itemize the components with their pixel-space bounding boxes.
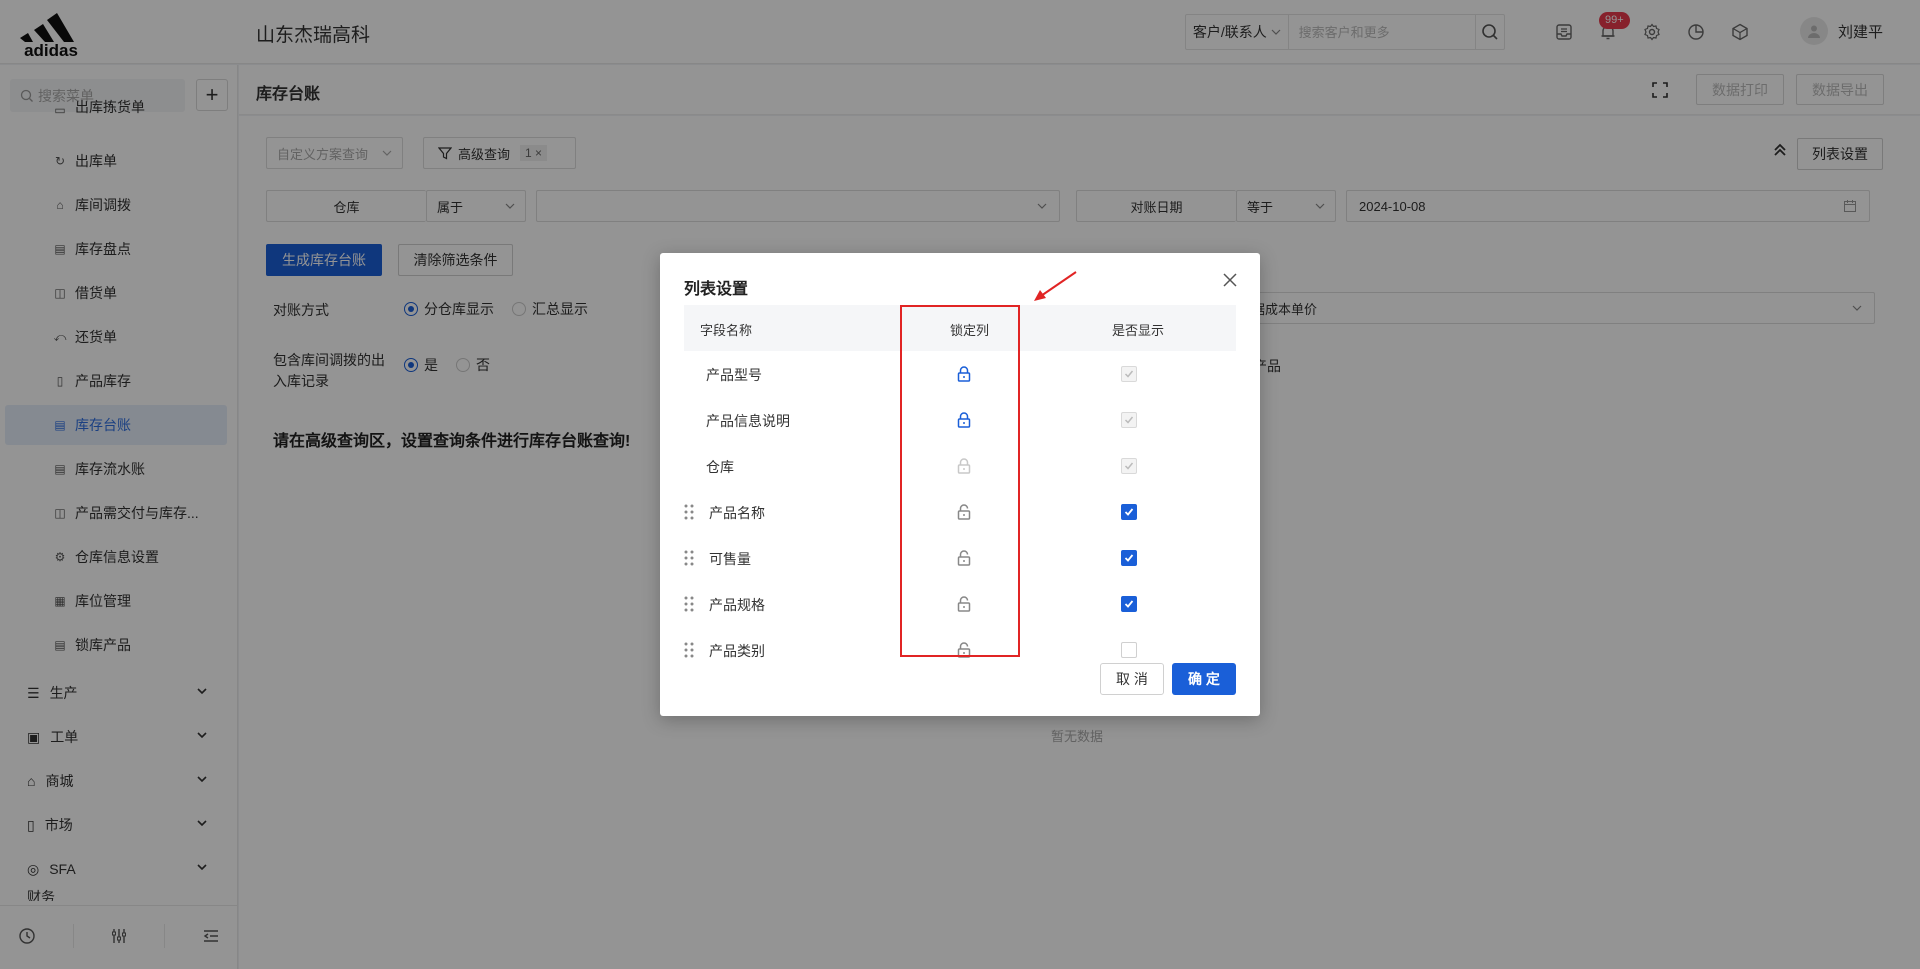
show-checkbox[interactable]	[1121, 550, 1137, 566]
col-show: 是否显示	[1112, 323, 1165, 338]
show-checkbox	[1121, 458, 1137, 474]
show-checkbox[interactable]	[1121, 642, 1137, 658]
confirm-button[interactable]: 确 定	[1172, 663, 1236, 695]
close-icon[interactable]	[1221, 271, 1239, 289]
drag-handle-icon[interactable]	[684, 504, 694, 520]
field-name: 仓库	[706, 459, 734, 475]
field-name: 产品信息说明	[706, 413, 790, 429]
cancel-button[interactable]: 取 消	[1100, 663, 1164, 695]
col-field-name: 字段名称	[700, 323, 753, 338]
annotation-arrow-icon	[1034, 271, 1077, 301]
field-name: 可售量	[709, 551, 751, 567]
dialog-title: 列表设置	[684, 281, 749, 298]
show-checkbox	[1121, 412, 1137, 428]
field-name: 产品型号	[706, 367, 762, 383]
drag-handle-icon[interactable]	[684, 550, 694, 566]
field-name: 产品名称	[709, 505, 765, 521]
show-checkbox[interactable]	[1121, 596, 1137, 612]
field-name: 产品类别	[709, 643, 765, 659]
annotation-highlight-box	[900, 305, 1020, 657]
show-checkbox[interactable]	[1121, 504, 1137, 520]
drag-handle-icon[interactable]	[684, 642, 694, 658]
drag-handle-icon[interactable]	[684, 596, 694, 612]
field-name: 产品规格	[709, 597, 765, 613]
show-checkbox	[1121, 366, 1137, 382]
